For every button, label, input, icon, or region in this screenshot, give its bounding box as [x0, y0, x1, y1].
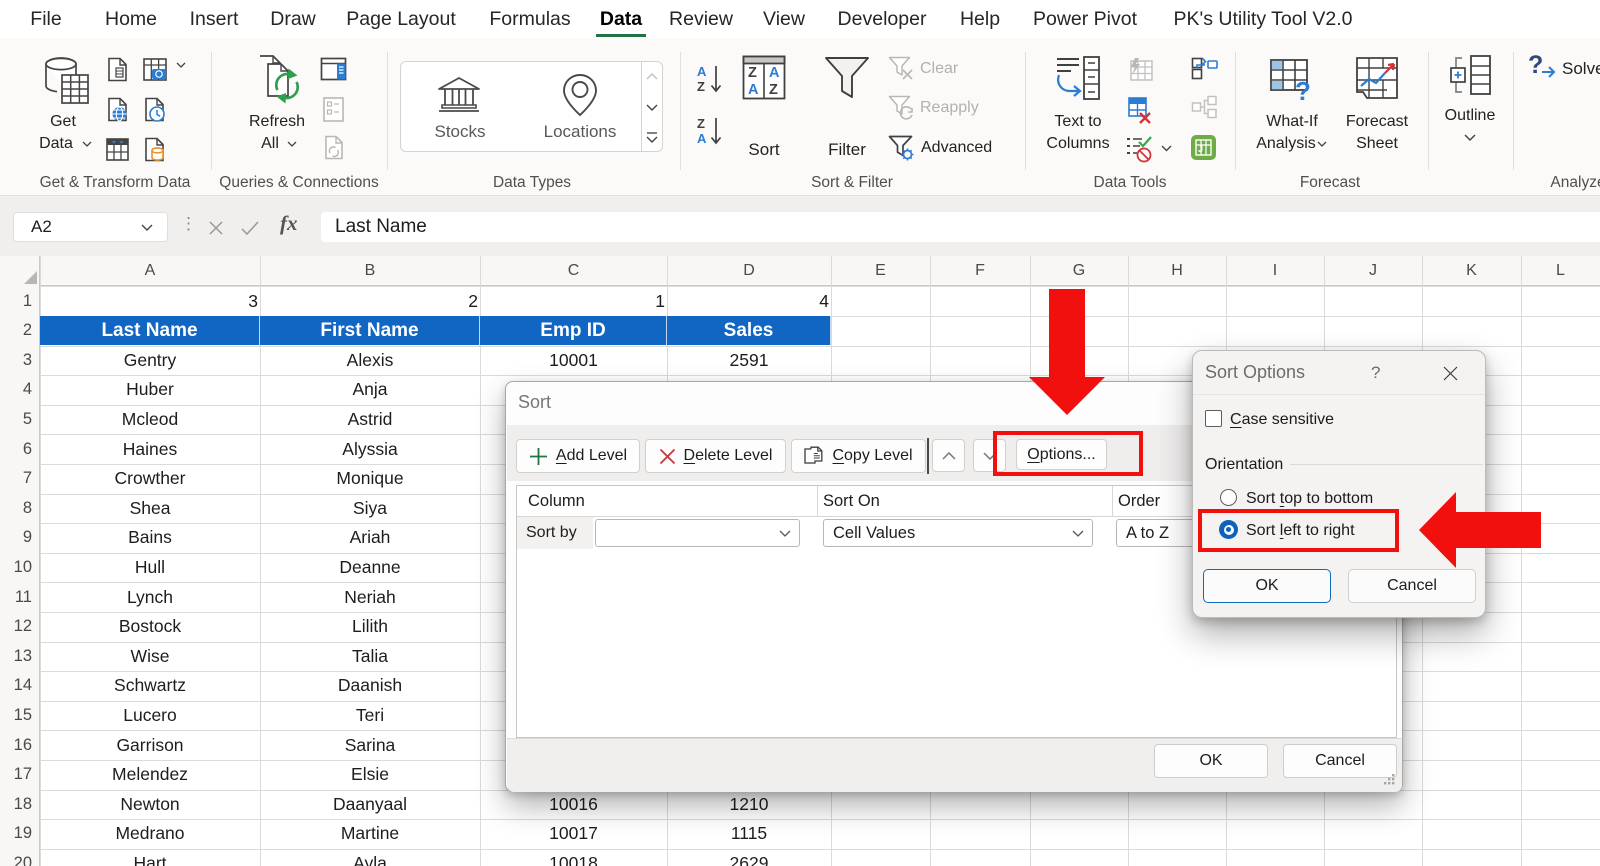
svg-text:Z: Z: [697, 79, 705, 94]
svg-text:Z: Z: [769, 82, 778, 98]
svg-text:A: A: [697, 64, 707, 79]
svg-text:A: A: [748, 82, 759, 98]
svg-text:Z: Z: [748, 65, 757, 81]
svg-text:A: A: [769, 65, 780, 81]
svg-text:J: J: [1198, 144, 1203, 154]
svg-text:?: ?: [1295, 76, 1311, 102]
svg-text:Z: Z: [697, 116, 705, 131]
svg-text:A: A: [697, 131, 707, 146]
